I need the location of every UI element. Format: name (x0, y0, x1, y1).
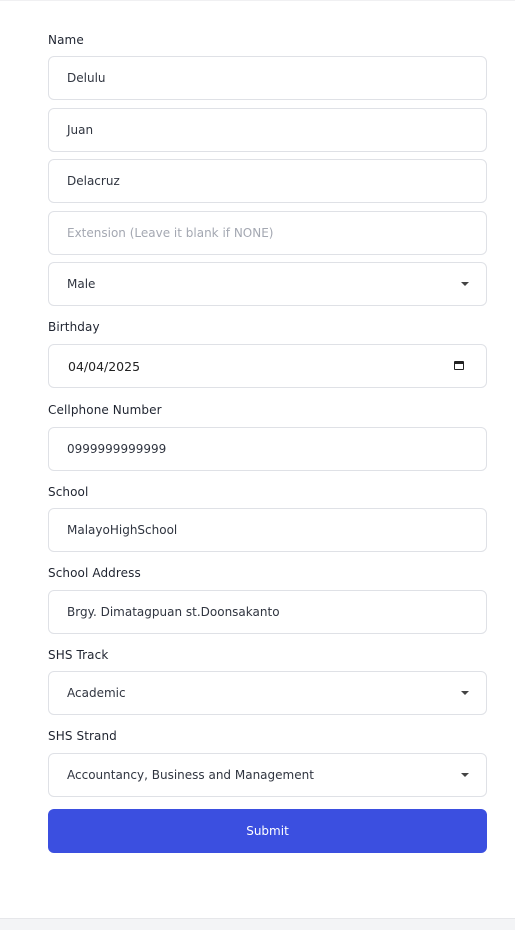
registration-form: Name Delulu Juan Delacruz Extension (Lea… (0, 0, 515, 918)
last-name-value: Delacruz (67, 174, 120, 188)
chevron-down-icon (461, 773, 469, 777)
first-name-value: Delulu (67, 71, 106, 85)
shs-track-label: SHS Track (48, 648, 109, 662)
shs-track-select[interactable]: Academic (48, 671, 487, 715)
middle-name-input[interactable]: Juan (48, 108, 487, 152)
page-divider (0, 918, 515, 919)
name-label: Name (48, 33, 84, 47)
calendar-icon[interactable] (454, 361, 464, 370)
shs-strand-select[interactable]: Accountancy, Business and Management (48, 753, 487, 797)
extension-input[interactable]: Extension (Leave it blank if NONE) (48, 211, 487, 255)
school-address-input[interactable]: Brgy. Dimatagpuan st.Doonsakanto (48, 590, 487, 634)
gender-selected-value: Male (67, 277, 96, 291)
submit-label: Submit (246, 824, 289, 838)
shs-strand-label: SHS Strand (48, 729, 117, 743)
middle-name-value: Juan (67, 123, 94, 137)
school-input[interactable]: MalayoHighSchool (48, 508, 487, 552)
school-address-label: School Address (48, 566, 141, 580)
birthday-value: 04/04/2025 (68, 358, 141, 374)
gender-select[interactable]: Male (48, 262, 487, 306)
school-label: School (48, 485, 89, 499)
cellphone-input[interactable]: 0999999999999 (48, 427, 487, 471)
cellphone-value: 0999999999999 (67, 442, 167, 456)
last-name-input[interactable]: Delacruz (48, 159, 487, 203)
first-name-input[interactable]: Delulu (48, 56, 487, 100)
school-value: MalayoHighSchool (67, 523, 178, 537)
birthday-label: Birthday (48, 320, 100, 334)
shs-strand-selected-value: Accountancy, Business and Management (67, 768, 314, 782)
chevron-down-icon (461, 282, 469, 286)
chevron-down-icon (461, 691, 469, 695)
cellphone-label: Cellphone Number (48, 403, 162, 417)
extension-placeholder: Extension (Leave it blank if NONE) (67, 226, 274, 240)
birthday-date-input[interactable]: 04/04/2025 (48, 344, 487, 388)
shs-track-selected-value: Academic (67, 686, 126, 700)
submit-button[interactable]: Submit (48, 809, 487, 853)
school-address-value: Brgy. Dimatagpuan st.Doonsakanto (67, 605, 280, 619)
